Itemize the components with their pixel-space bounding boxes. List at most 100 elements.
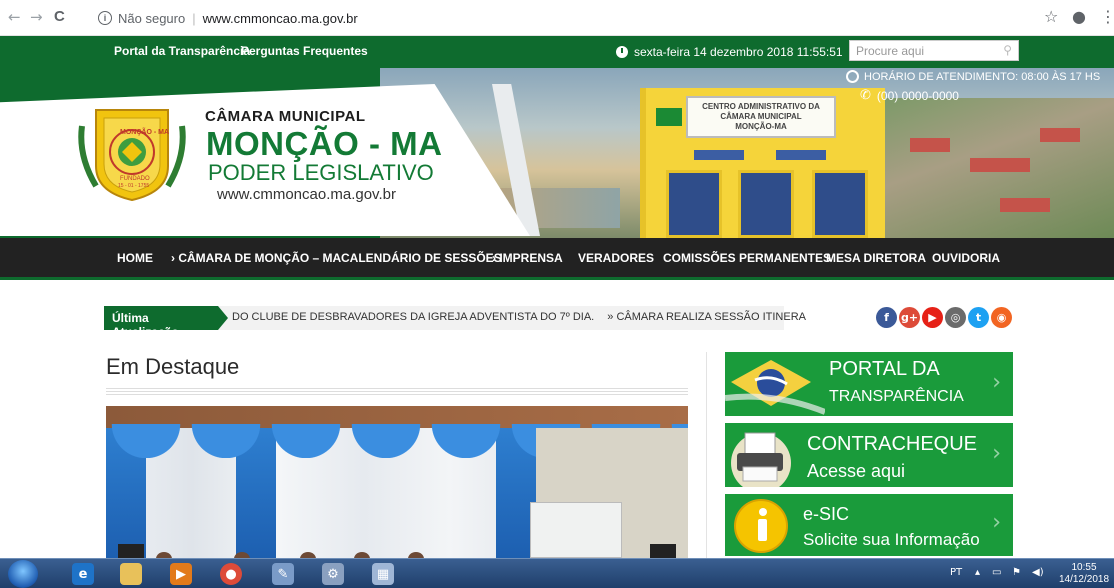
account-icon[interactable]: ● xyxy=(1072,7,1086,26)
svg-text:FUNDADO: FUNDADO xyxy=(120,176,150,182)
nav-comissoes-permanentes[interactable]: COMISSÕES PERMANENTES xyxy=(663,251,831,265)
start-button[interactable] xyxy=(8,560,38,588)
header-camara-municipal: CÂMARA MUNICIPAL xyxy=(205,108,366,125)
nav-ouvidoria[interactable]: OUVIDORIA xyxy=(932,251,1000,265)
google-plus-icon[interactable]: g+ xyxy=(899,307,920,328)
twitter-icon[interactable]: t xyxy=(968,307,989,328)
rss-icon[interactable]: ◉ xyxy=(991,307,1012,328)
media-player-icon[interactable]: ▶ xyxy=(170,563,192,585)
portal-transparencia-link[interactable]: Portal da Transparência xyxy=(114,44,250,58)
nav-calendario-de-sessoes[interactable]: CALENDÁRIO DE SESSÕES xyxy=(341,251,502,265)
card-subtitle: TRANSPARÊNCIA xyxy=(829,388,964,405)
photo-speaker xyxy=(650,544,676,558)
section-divider xyxy=(106,388,688,395)
brazil-flag-icon xyxy=(725,360,825,415)
header-city-name: MONÇÃO - MA xyxy=(206,125,443,162)
chrome-icon[interactable]: ● xyxy=(220,563,242,585)
photo-speaker xyxy=(118,544,144,558)
phone-text: (00) 0000-0000 xyxy=(876,88,959,103)
nav-mesa-diretora[interactable]: MESA DIRETORA xyxy=(826,251,926,265)
building-sign-line: MONÇÃO-MA xyxy=(735,122,787,131)
ticker-text-next[interactable]: » CÂMARA REALIZA SESSÃO ITINERA xyxy=(607,311,806,323)
clock-time: 10:55 xyxy=(1071,562,1097,573)
facebook-icon[interactable]: f xyxy=(876,307,897,328)
action-center-icon[interactable]: ⚑ xyxy=(1012,567,1021,578)
windows-taskbar: e ▶ ● ✎ ⚙ ▦ PT ▴ ▭ ⚑ ◀) 10:55 14/12/2018 xyxy=(0,558,1114,588)
browser-menu-icon[interactable]: ⋮ xyxy=(1100,7,1114,26)
printer-icon xyxy=(731,432,791,487)
column-divider xyxy=(706,352,707,558)
clock-icon xyxy=(846,70,859,83)
url-text[interactable]: www.cmmoncao.ma.gov.br xyxy=(203,11,358,26)
network-tool-icon[interactable]: ⚙ xyxy=(322,563,344,585)
network-icon[interactable]: ▭ xyxy=(992,567,1001,578)
back-arrow-icon[interactable]: ← xyxy=(8,8,21,26)
ticker-label: Última Atualização xyxy=(104,306,228,339)
section-title: Em Destaque xyxy=(106,354,240,379)
nav-veradores[interactable]: VERADORES xyxy=(578,251,654,265)
e-sic-card[interactable]: e-SIC Solicite sua Informação › xyxy=(725,494,1013,556)
show-hidden-icons-icon[interactable]: ▴ xyxy=(975,567,980,578)
svg-text:MONÇÃO - MA: MONÇÃO - MA xyxy=(120,127,169,136)
youtube-icon[interactable]: ▶ xyxy=(922,307,943,328)
perguntas-frequentes-link[interactable]: Perguntas Frequentes xyxy=(241,44,368,58)
language-indicator[interactable]: PT xyxy=(950,567,962,578)
contracheque-card[interactable]: CONTRACHEQUE Acesse aqui › xyxy=(725,423,1013,487)
info-icon[interactable]: i xyxy=(98,11,112,25)
town-view xyxy=(880,98,1114,238)
news-ticker: Última Atualização DO CLUBE DE DESBRAVAD… xyxy=(104,306,806,339)
card-title: e-SIC xyxy=(803,504,850,524)
window xyxy=(694,150,744,160)
building-sign: CENTRO ADMINISTRATIVO DA CÂMARA MUNICIPA… xyxy=(686,96,836,138)
opening-hours: HORÁRIO DE ATENDIMENTO: 08:00 ÀS 17 HS xyxy=(846,70,1100,83)
instagram-icon[interactable]: ◎ xyxy=(945,307,966,328)
ticker-text[interactable]: DO CLUBE DE DESBRAVADORES DA IGREJA ADVE… xyxy=(232,311,594,323)
nav-home[interactable]: HOME xyxy=(117,251,153,265)
header-poder-legislativo: PODER LEGISLATIVO xyxy=(208,160,434,185)
building-image: CENTRO ADMINISTRATIVO DA CÂMARA MUNICIPA… xyxy=(640,88,885,238)
roof xyxy=(1040,128,1080,142)
search-icon[interactable]: ⚲ xyxy=(1003,43,1012,57)
nav-camara-de-moncao[interactable]: › CÂMARA DE MONÇÃO – MA xyxy=(171,251,341,265)
bookmark-star-icon[interactable]: ☆ xyxy=(1044,7,1058,26)
volume-icon[interactable]: ◀) xyxy=(1032,567,1044,578)
card-subtitle: Acesse aqui xyxy=(807,461,906,481)
card-subtitle: Solicite sua Informação xyxy=(803,530,980,549)
internet-explorer-icon[interactable]: e xyxy=(72,563,94,585)
search-input[interactable]: Procure aqui ⚲ xyxy=(849,40,1019,61)
system-clock[interactable]: 10:55 14/12/2018 xyxy=(1058,562,1110,586)
browser-toolbar: ← → C i Não seguro | www.cmmoncao.ma.gov… xyxy=(0,0,1114,36)
address-bar[interactable]: i Não seguro | www.cmmoncao.ma.gov.br xyxy=(98,6,998,30)
clock-date: 14/12/2018 xyxy=(1058,574,1110,585)
paint-icon[interactable]: ✎ xyxy=(272,563,294,585)
door xyxy=(812,170,868,238)
chevron-right-icon: › xyxy=(992,370,1001,395)
phone-number: ✆ (00) 0000-0000 xyxy=(860,88,959,103)
clock-icon xyxy=(616,46,628,58)
chevron-right-icon: › xyxy=(992,441,1001,466)
file-explorer-icon[interactable] xyxy=(120,563,142,585)
main-navigation: HOME › CÂMARA DE MONÇÃO – MA CALENDÁRIO … xyxy=(0,238,1114,280)
door xyxy=(666,170,722,238)
photo-screen xyxy=(530,502,622,558)
separator: | xyxy=(192,10,196,26)
nav-imprensa[interactable]: › IMPRENSA xyxy=(492,251,563,265)
header-website: www.cmmoncao.ma.gov.br xyxy=(217,186,396,203)
security-label: Não seguro xyxy=(118,10,186,26)
forward-arrow-icon[interactable]: → xyxy=(30,8,43,26)
municipal-crest-logo[interactable]: MONÇÃO - MA FUNDADO 15 - 01 - 1755 xyxy=(76,106,188,202)
chevron-right-icon: › xyxy=(992,510,1001,535)
card-title: PORTAL DA xyxy=(829,358,940,380)
calculator-icon[interactable]: ▦ xyxy=(372,563,394,585)
svg-text:15 - 01 - 1755: 15 - 01 - 1755 xyxy=(118,183,149,189)
ticker-headline[interactable]: DO CLUBE DE DESBRAVADORES DA IGREJA ADVE… xyxy=(232,311,806,323)
roof xyxy=(1000,198,1050,212)
opening-hours-text: HORÁRIO DE ATENDIMENTO: 08:00 ÀS 17 HS xyxy=(864,70,1101,83)
date-time: sexta-feira 14 dezembro 2018 11:55:51 xyxy=(616,43,843,61)
reload-icon[interactable]: C xyxy=(54,8,65,25)
card-title: CONTRACHEQUE xyxy=(807,433,978,455)
featured-photo[interactable] xyxy=(106,406,688,558)
portal-transparencia-card[interactable]: PORTAL DA TRANSPARÊNCIA › xyxy=(725,352,1013,416)
search-placeholder: Procure aqui xyxy=(856,44,925,58)
info-badge-icon xyxy=(734,499,788,553)
